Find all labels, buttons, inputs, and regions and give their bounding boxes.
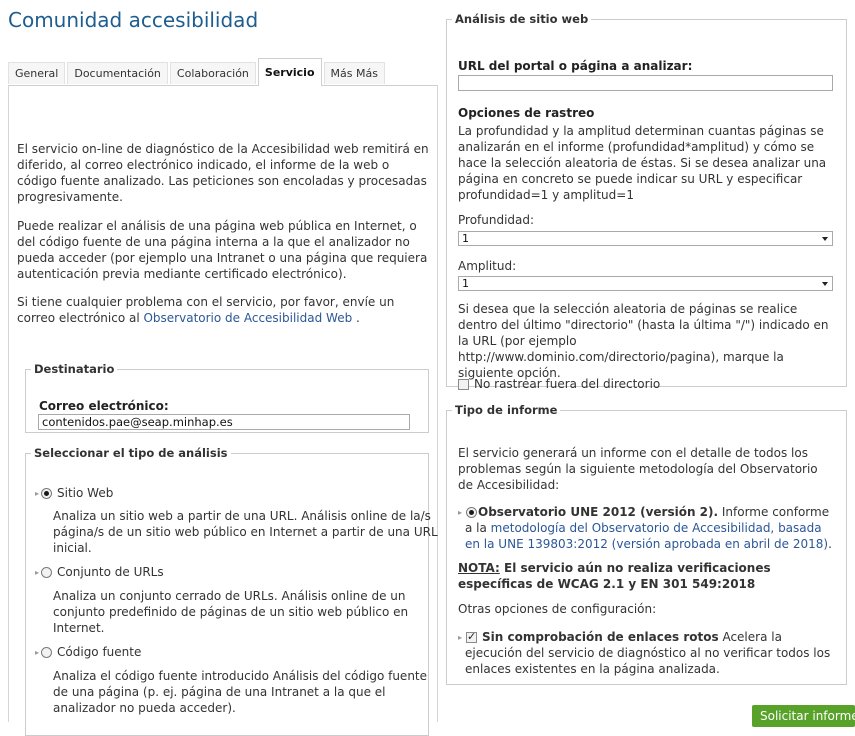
bullet-arrow-icon: ▸ [35, 488, 40, 498]
option-sitio-web-label: Sitio Web [57, 486, 114, 500]
option-conjunto-urls[interactable]: ▸ Conjunto de URLs [35, 565, 164, 579]
option-conjunto-urls-desc: Analiza un conjunto cerrado de URLs. Aná… [53, 589, 409, 635]
crawl-options-title: Opciones de rastreo [458, 106, 595, 120]
width-select[interactable]: 1 [458, 276, 833, 291]
width-value: 1 [462, 277, 469, 290]
tab-colaboracion[interactable]: Colaboración [169, 62, 256, 84]
chevron-down-icon [822, 282, 828, 286]
option-codigo-fuente-desc: Analiza el código fuente introducido Aná… [53, 669, 428, 715]
directory-checkbox-label: No rastrear fuera del directorio [474, 377, 661, 391]
analysis-type-fieldset: Seleccionar el tipo de análisis ▸ Sitio … [25, 446, 438, 736]
radio-sitio-web[interactable] [41, 487, 53, 499]
url-label: URL del portal o página a analizar: [458, 59, 693, 73]
option-codigo-fuente[interactable]: ▸ Código fuente [35, 645, 141, 659]
site-analysis-legend: Análisis de sitio web [455, 12, 589, 26]
page-title: Comunidad accesibilidad [8, 8, 259, 32]
intro-paragraph-1: El servicio on-line de diagnóstico de la… [17, 142, 429, 204]
site-analysis-fieldset: Análisis de sitio web URL del portal o p… [446, 12, 847, 391]
directory-desc: Si desea que la selección aleatoria de p… [458, 302, 829, 380]
depth-label: Profundidad: [458, 213, 535, 227]
broken-links-text: Sin comprobación de enlaces rotos Aceler… [465, 630, 831, 676]
note-text: NOTA: El servicio aún no realiza verific… [458, 561, 771, 591]
crawl-options-desc: La profundidad y la amplitud determinan … [458, 124, 827, 202]
tab-servicio[interactable]: Servicio [257, 58, 322, 86]
tab-general[interactable]: General [8, 62, 66, 84]
analysis-type-legend: Seleccionar el tipo de análisis [34, 446, 228, 460]
option-sitio-web-desc: Analiza un sitio web a partir de una URL… [53, 509, 438, 555]
other-options-label: Otras opciones de configuración: [458, 602, 657, 616]
depth-value: 1 [462, 232, 469, 245]
intro-paragraph-3: Si tiene cualquier problema con el servi… [17, 295, 395, 325]
report-option-label: Observatorio UNE 2012 (versión 2). [478, 505, 719, 519]
metodologia-link[interactable]: metodología del Observatorio de Accesibi… [465, 521, 828, 551]
depth-select[interactable]: 1 [458, 231, 833, 246]
report-type-desc: El servicio generará un informe con el d… [458, 446, 818, 492]
submit-button[interactable]: Solicitar informe [752, 705, 855, 727]
email-label: Correo electrónico: [39, 399, 169, 413]
intro-paragraph-2: Puede realizar el análisis de una página… [17, 219, 428, 281]
bullet-arrow-icon: ▸ [35, 567, 40, 577]
observatorio-link[interactable]: Observatorio de Accesibilidad Web [143, 311, 352, 325]
report-type-fieldset: Tipo de informe El servicio generará un … [446, 403, 847, 685]
radio-conjunto-urls[interactable] [41, 566, 53, 578]
bullet-arrow-icon: ▸ [35, 647, 40, 657]
option-conjunto-urls-label: Conjunto de URLs [57, 565, 164, 579]
broken-links-label: Sin comprobación de enlaces rotos [482, 630, 719, 644]
email-field[interactable] [38, 414, 410, 430]
chevron-down-icon [822, 237, 828, 241]
bullet-arrow-icon: ▸ [458, 633, 463, 642]
option-codigo-fuente-label: Código fuente [57, 645, 142, 659]
option-sitio-web[interactable]: ▸ Sitio Web [35, 486, 113, 500]
width-label: Amplitud: [458, 259, 517, 273]
radio-codigo-fuente[interactable] [41, 646, 53, 658]
destinatario-legend: Destinatario [34, 362, 115, 376]
url-field[interactable] [458, 75, 833, 91]
directory-checkbox[interactable] [458, 378, 469, 390]
tab-bar: General Documentación Colaboración Servi… [8, 58, 387, 86]
tab-documentacion[interactable]: Documentación [67, 62, 168, 84]
tab-mas[interactable]: Más Más [323, 62, 385, 84]
destinatario-fieldset: Destinatario Correo electrónico: [25, 362, 429, 433]
report-type-legend: Tipo de informe [455, 403, 558, 417]
bullet-arrow-icon: ▸ [458, 508, 463, 517]
directory-option[interactable]: No rastrear fuera del directorio [458, 377, 660, 391]
report-option-text: Observatorio UNE 2012 (versión 2). Infor… [465, 505, 832, 551]
